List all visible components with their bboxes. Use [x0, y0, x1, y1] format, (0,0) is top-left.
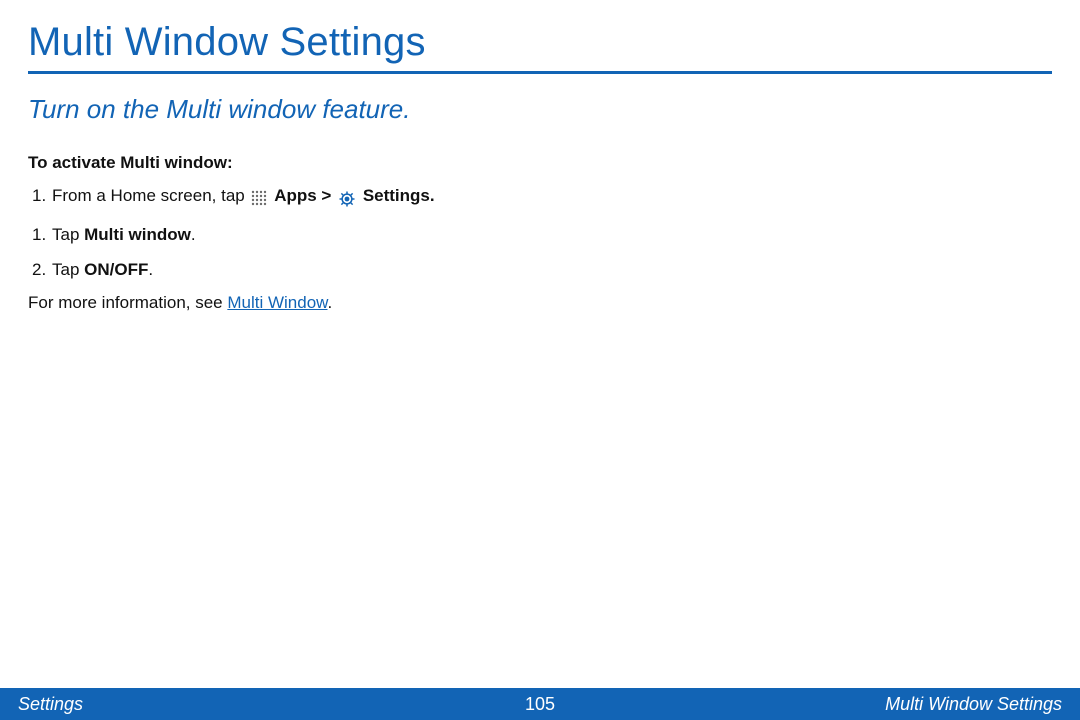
step-text: Tap	[52, 260, 84, 279]
page-title: Multi Window Settings	[28, 20, 1052, 74]
step-text: From a Home screen, tap	[52, 186, 249, 205]
step-text: Tap	[52, 225, 84, 244]
step-suffix: .	[191, 225, 196, 244]
step-2: 1.Tap Multi window.	[32, 222, 1052, 248]
step-bold: Multi window	[84, 225, 191, 244]
steps-list: 1.From a Home screen, tap Apps > Setting…	[32, 183, 1052, 283]
page-subtitle: Turn on the Multi window feature.	[28, 94, 1052, 125]
settings-label: Settings.	[363, 186, 435, 205]
apps-label: Apps	[274, 186, 317, 205]
apps-grid-icon	[251, 186, 267, 212]
section-heading: To activate Multi window:	[28, 153, 1052, 173]
footer-page-number: 105	[525, 694, 555, 715]
more-info-suffix: .	[328, 293, 333, 312]
step-number: 1.	[32, 222, 52, 248]
more-info-prefix: For more information, see	[28, 293, 227, 312]
step-number: 1.	[32, 183, 52, 209]
settings-gear-icon	[338, 186, 356, 212]
footer-right: Multi Window Settings	[555, 694, 1062, 715]
page-footer: Settings 105 Multi Window Settings	[0, 688, 1080, 720]
step-number: 2.	[32, 257, 52, 283]
step-3: 2.Tap ON/OFF.	[32, 257, 1052, 283]
more-info-line: For more information, see Multi Window.	[28, 293, 1052, 313]
step-bold: ON/OFF	[84, 260, 148, 279]
breadcrumb-separator: >	[317, 186, 336, 205]
step-suffix: .	[148, 260, 153, 279]
multi-window-link[interactable]: Multi Window	[227, 293, 327, 312]
footer-left: Settings	[18, 694, 525, 715]
step-1: 1.From a Home screen, tap Apps > Setting…	[32, 183, 1052, 212]
